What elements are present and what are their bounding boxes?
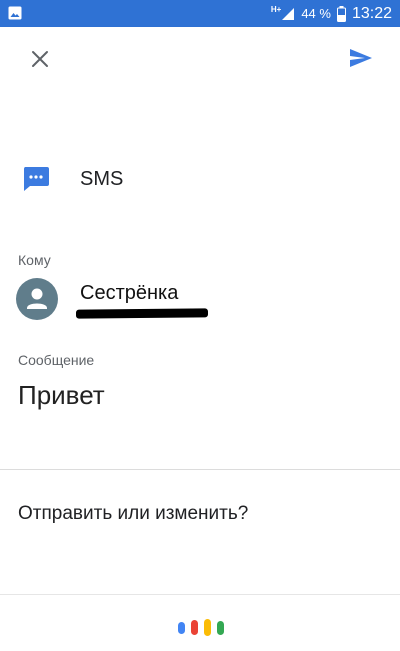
network-type-label: H+	[270, 5, 282, 14]
close-icon[interactable]	[28, 47, 52, 71]
message-bubble-icon	[23, 167, 49, 191]
clock: 13:22	[351, 4, 392, 22]
person-icon	[27, 288, 47, 309]
assistant-dot-yellow	[204, 619, 211, 636]
assistant-panel: Отправить или изменить?	[0, 469, 400, 651]
assistant-dot-red	[191, 620, 198, 635]
assistant-prompt: Отправить или изменить?	[18, 503, 249, 524]
assistant-dot-blue	[178, 622, 185, 634]
message-label: Сообщение	[18, 352, 95, 368]
gallery-icon	[8, 6, 22, 20]
message-text[interactable]: Привет	[18, 380, 105, 411]
status-bar: H+ 44 % 13:22	[0, 0, 400, 27]
header-card: SMS	[0, 27, 400, 213]
redacted-phone-number	[75, 308, 209, 319]
divider	[0, 594, 400, 595]
battery-percent: 44 %	[301, 6, 331, 21]
assistant-dot-green	[217, 621, 224, 635]
signal-icon	[282, 7, 295, 20]
message-details: Кому Сестрёнка Сообщение Привет	[0, 213, 400, 469]
send-icon[interactable]	[348, 45, 374, 71]
recipient-name[interactable]: Сестрёнка	[80, 282, 178, 305]
battery-icon	[336, 5, 346, 22]
assistant-mic-icon[interactable]	[178, 619, 224, 637]
status-right: H+ 44 % 13:22	[271, 0, 392, 27]
avatar[interactable]	[16, 278, 58, 320]
app-name: SMS	[80, 168, 124, 190]
recipient-label: Кому	[18, 252, 51, 268]
